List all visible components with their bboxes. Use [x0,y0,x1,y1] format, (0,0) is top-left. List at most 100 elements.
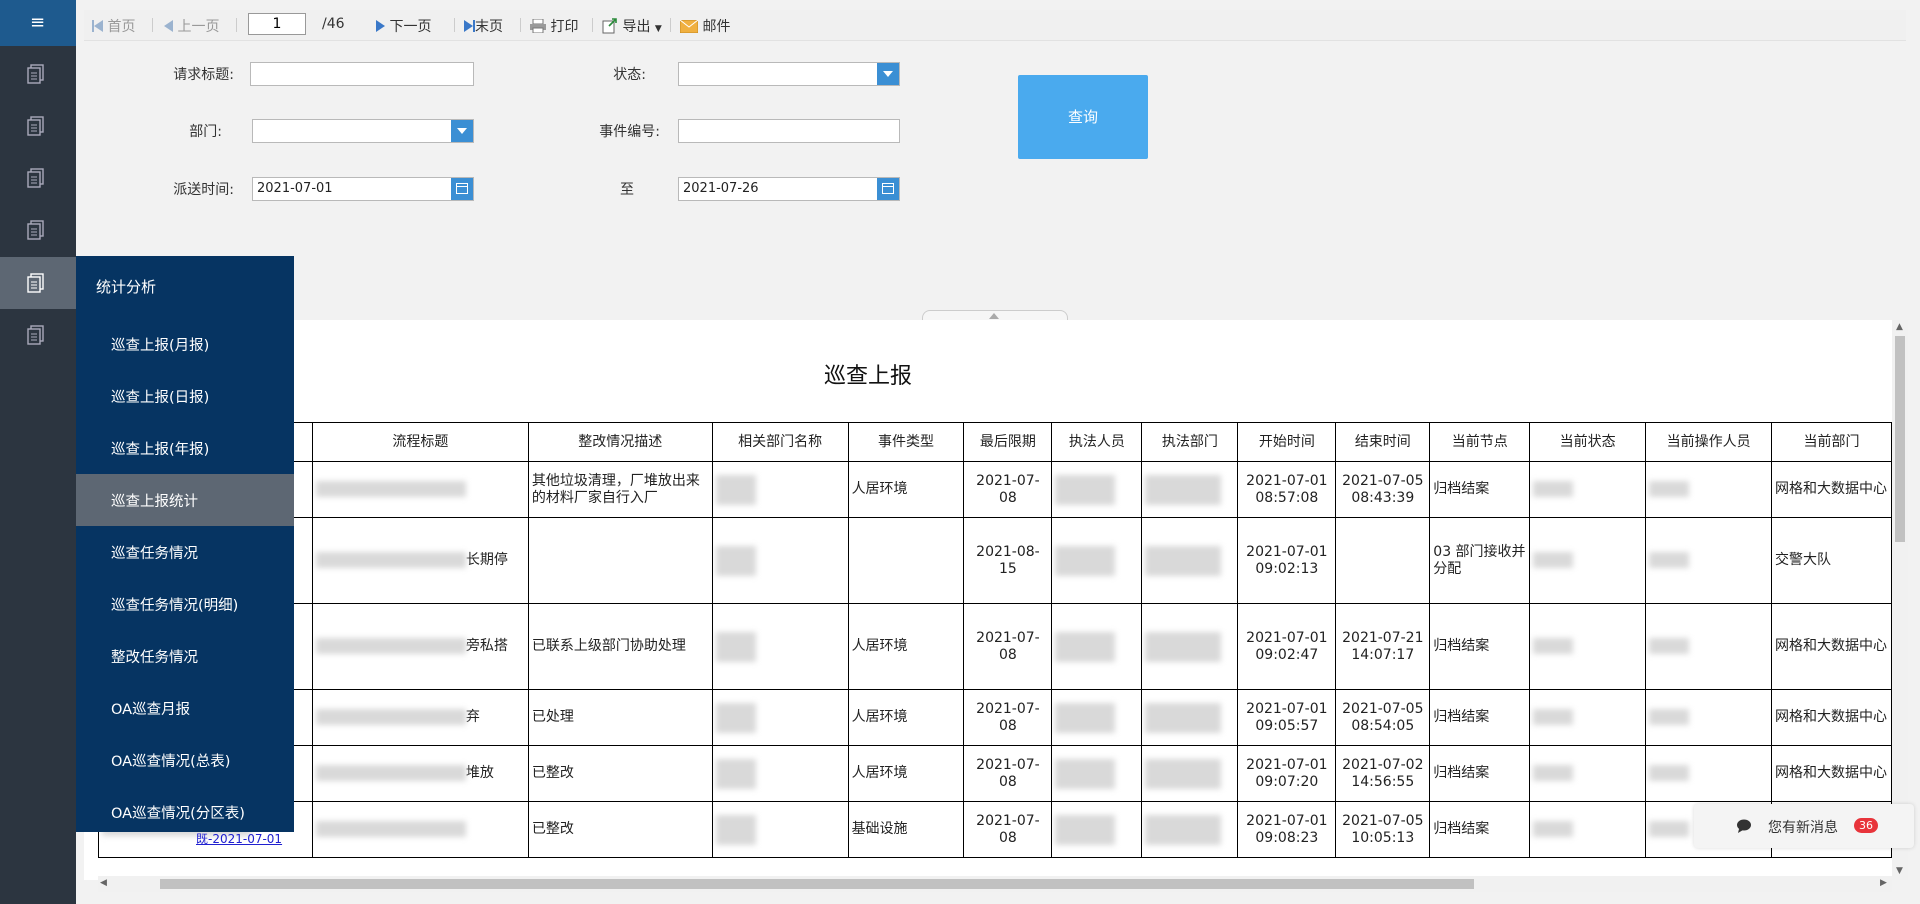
officer-cell [1051,461,1143,518]
flyout-item[interactable]: 巡查上报(月报) [76,318,294,370]
flow-title-cell[interactable]: 旁私搭 [311,603,529,690]
redacted-block [1533,481,1574,497]
document-icon[interactable] [27,220,45,240]
prev-page-button[interactable]: 上一页 [164,16,219,36]
next-page-button[interactable]: 下一页 [376,16,431,36]
export-label: 导出 [622,19,651,35]
table-row: 其他垃圾清理，厂堆放出来的材料厂家自行入厂 人居环境 2021-07-08 2021-… [98,461,1892,518]
horizontal-scrollbar[interactable]: ◀ ▶ [98,876,1892,892]
flyout-item[interactable]: 巡查上报统计 [76,474,294,526]
mail-label: 邮件 [702,19,731,35]
event-type-cell: 人居环境 [847,461,965,518]
redacted-block [1055,474,1116,505]
flow-title-suffix: 弃 [465,709,480,725]
vertical-scroll-thumb[interactable] [1895,336,1905,542]
header-cell: 整改情况描述 [527,422,713,462]
mail-button[interactable]: 邮件 [679,16,731,36]
scroll-up-icon[interactable]: ▲ [1896,322,1903,332]
dispatch-date-to-field[interactable]: 2021-07-26 [678,177,900,201]
document-icon[interactable] [27,116,45,136]
print-button[interactable]: 打印 [530,16,578,36]
end-time-cell: 2021-07-05 08:43:39 [1335,461,1431,518]
deadline-cell: 2021-07-08 [963,461,1053,518]
event-type-cell [847,517,965,604]
redacted-block [1145,631,1222,662]
scroll-left-icon[interactable]: ◀ [100,878,107,888]
chevron-down-icon [451,120,473,142]
flyout-item[interactable]: 巡查上报(日报) [76,370,294,422]
related-dept-cell [711,689,849,746]
flyout-item[interactable]: 巡查上报(年报) [76,422,294,474]
start-time-cell: 2021-07-01 09:02:13 [1237,517,1337,604]
new-message-notice[interactable]: 您有新消息 36 [1694,804,1914,848]
rectify-desc-cell: 已联系上级部门协助处理 [527,603,713,690]
related-dept-cell [711,745,849,802]
flow-title-cell[interactable] [311,801,529,858]
officer-cell [1051,801,1143,858]
header-cell: 开始时间 [1237,422,1337,462]
flyout-item[interactable]: OA巡查月报 [76,682,294,734]
scroll-down-icon[interactable]: ▼ [1896,866,1903,876]
table-row: 堆放 已整改 人居环境 2021-07-08 2021-07-01 09:07:20 20… [98,745,1892,802]
print-label: 打印 [550,19,579,35]
menu-toggle-button[interactable]: ≡ [0,0,76,46]
flow-title-cell[interactable]: 长期停 [311,517,529,604]
flyout-item[interactable]: OA巡查情况(分区表) [76,786,294,838]
export-button[interactable]: 导出 ▼ [602,16,662,36]
query-button[interactable]: 查询 [1018,75,1148,159]
redacted-block [1533,765,1574,781]
chevron-down-icon [877,63,899,85]
start-time-cell: 2021-07-01 09:05:57 [1237,689,1337,746]
last-page-arrow-icon [464,20,473,32]
page-number-input[interactable] [248,13,306,35]
flyout-item[interactable]: 巡查任务情况 [76,526,294,578]
header-cell: 事件类型 [847,422,965,462]
flow-title-cell[interactable]: 弃 [311,689,529,746]
redacted-block [315,638,466,654]
next-page-icon [376,20,385,32]
event-number-input[interactable] [678,119,900,143]
dispatch-date-from-field[interactable]: 2021-07-01 [252,177,474,201]
flyout-header: 统计分析 [96,278,157,296]
scroll-right-icon[interactable]: ▶ [1880,878,1887,888]
calendar-icon[interactable] [877,178,899,200]
redacted-block [315,821,466,837]
redacted-block [1145,758,1222,789]
flyout-item[interactable]: 巡查任务情况(明细) [76,578,294,630]
request-title-input[interactable] [250,62,474,86]
redacted-block [315,552,466,568]
current-operator-cell [1645,517,1773,604]
start-time-cell: 2021-07-01 08:57:08 [1237,461,1337,518]
officer-cell [1051,689,1143,746]
document-icon[interactable] [27,64,45,84]
vertical-scrollbar[interactable]: ▲ ▼ [1892,320,1908,880]
document-icon[interactable] [27,168,45,188]
department-select[interactable] [252,119,474,143]
new-message-text: 您有新消息 [1768,820,1838,836]
flyout-item[interactable]: OA巡查情况(总表) [76,734,294,786]
first-page-button[interactable]: 首页 [92,16,135,36]
dispatch-time-label: 派送时间: [173,182,234,198]
redacted-block [1055,545,1116,576]
rectify-desc-cell: 已整改 [527,801,713,858]
document-icon[interactable] [27,325,45,345]
statistics-flyout-menu: 统计分析 巡查上报(月报) 巡查上报(日报) 巡查上报(年报) 巡查上报统计 巡查任务情… [76,256,294,832]
date-to-value: 2021-07-26 [683,181,759,196]
end-time-cell [1335,517,1431,604]
horizontal-scroll-thumb[interactable] [160,879,1474,889]
printer-icon [530,18,546,34]
header-cell: 当前部门 [1771,422,1892,462]
flow-title-cell[interactable]: 堆放 [311,745,529,802]
status-select[interactable] [678,62,900,86]
flyout-item[interactable]: 整改任务情况 [76,630,294,682]
end-time-cell: 2021-07-05 08:54:05 [1335,689,1431,746]
current-status-cell [1529,517,1647,604]
last-page-button[interactable]: 末页 [464,16,503,36]
rail-item-statistics-active[interactable] [0,257,76,309]
officer-cell [1051,745,1143,802]
deadline-cell: 2021-07-08 [963,801,1053,858]
calendar-icon[interactable] [451,178,473,200]
redacted-block [1649,552,1690,568]
table-row: 长期停 2021-08-15 2021-07-01 09:02:13 03 部门接收并… [98,517,1892,604]
flow-title-cell[interactable] [311,461,529,518]
